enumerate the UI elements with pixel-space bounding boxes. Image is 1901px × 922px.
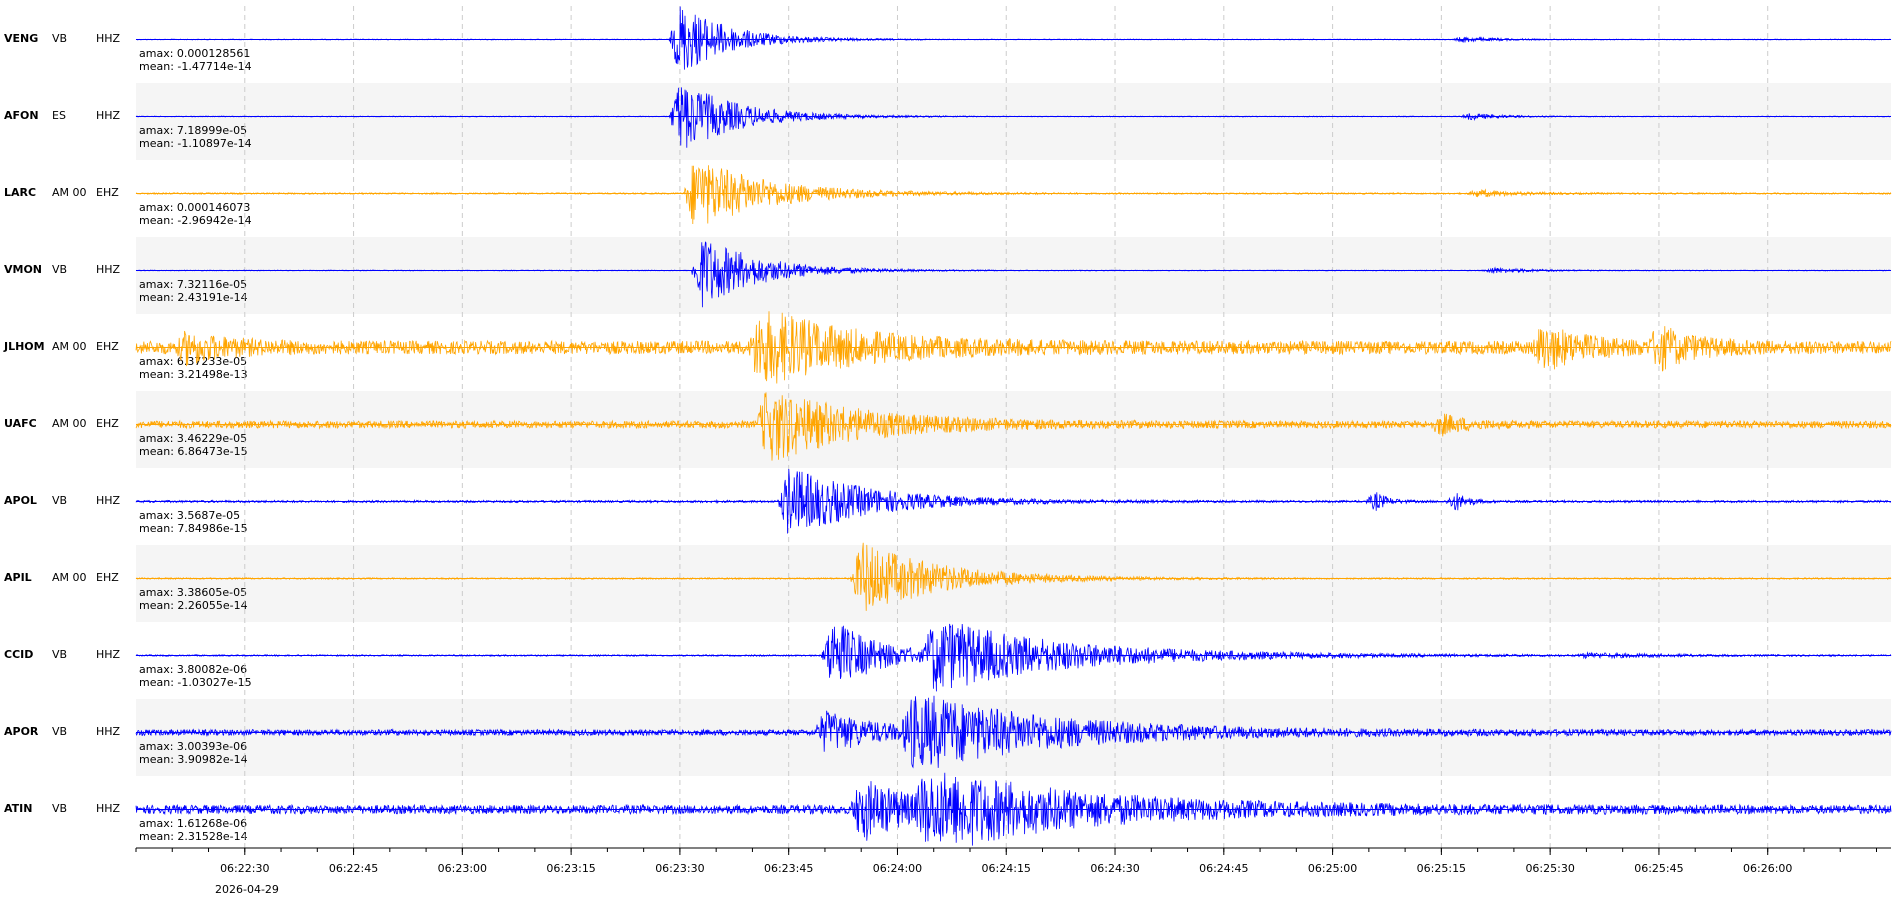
waveform-trace <box>135 241 1892 308</box>
waveform-trace <box>135 695 1892 769</box>
time-tick-label: 06:25:45 <box>1634 862 1683 875</box>
waveform-trace <box>135 623 1892 692</box>
time-tick-label: 06:23:15 <box>546 862 595 875</box>
time-tick-label: 06:24:30 <box>1090 862 1139 875</box>
time-tick-label: 06:25:30 <box>1525 862 1574 875</box>
time-tick-label: 06:22:45 <box>329 862 378 875</box>
time-tick-label: 06:25:00 <box>1308 862 1357 875</box>
time-tick-label: 06:24:00 <box>873 862 922 875</box>
seismogram-viewer: VENG VB HHZ amax: 0.000128561 mean: -1.47714… <box>0 0 1901 922</box>
waveform-trace <box>135 542 1892 611</box>
waveform-trace <box>135 392 1892 461</box>
date-label: 2026-04-29 <box>215 883 279 896</box>
waveform-trace <box>135 165 1892 225</box>
time-tick-label: 06:23:00 <box>438 862 487 875</box>
time-axis: 06:22:30 06:22:45 06:23:00 06:23:15 06:23:30… <box>135 847 1891 875</box>
seismogram-plot[interactable]: 06:22:30 06:22:45 06:23:00 06:23:15 06:23:30… <box>0 0 1901 922</box>
time-tick-label: 06:23:45 <box>764 862 813 875</box>
waveform-trace <box>135 87 1892 148</box>
waveform-trace <box>135 6 1892 70</box>
time-tick-label: 06:24:15 <box>982 862 1031 875</box>
time-tick-label: 06:25:15 <box>1417 862 1466 875</box>
time-tick-label: 06:22:30 <box>220 862 269 875</box>
time-tick-label: 06:26:00 <box>1743 862 1792 875</box>
grid-lines <box>244 6 1769 848</box>
time-tick-label: 06:23:30 <box>655 862 704 875</box>
time-tick-label: 06:24:45 <box>1199 862 1248 875</box>
